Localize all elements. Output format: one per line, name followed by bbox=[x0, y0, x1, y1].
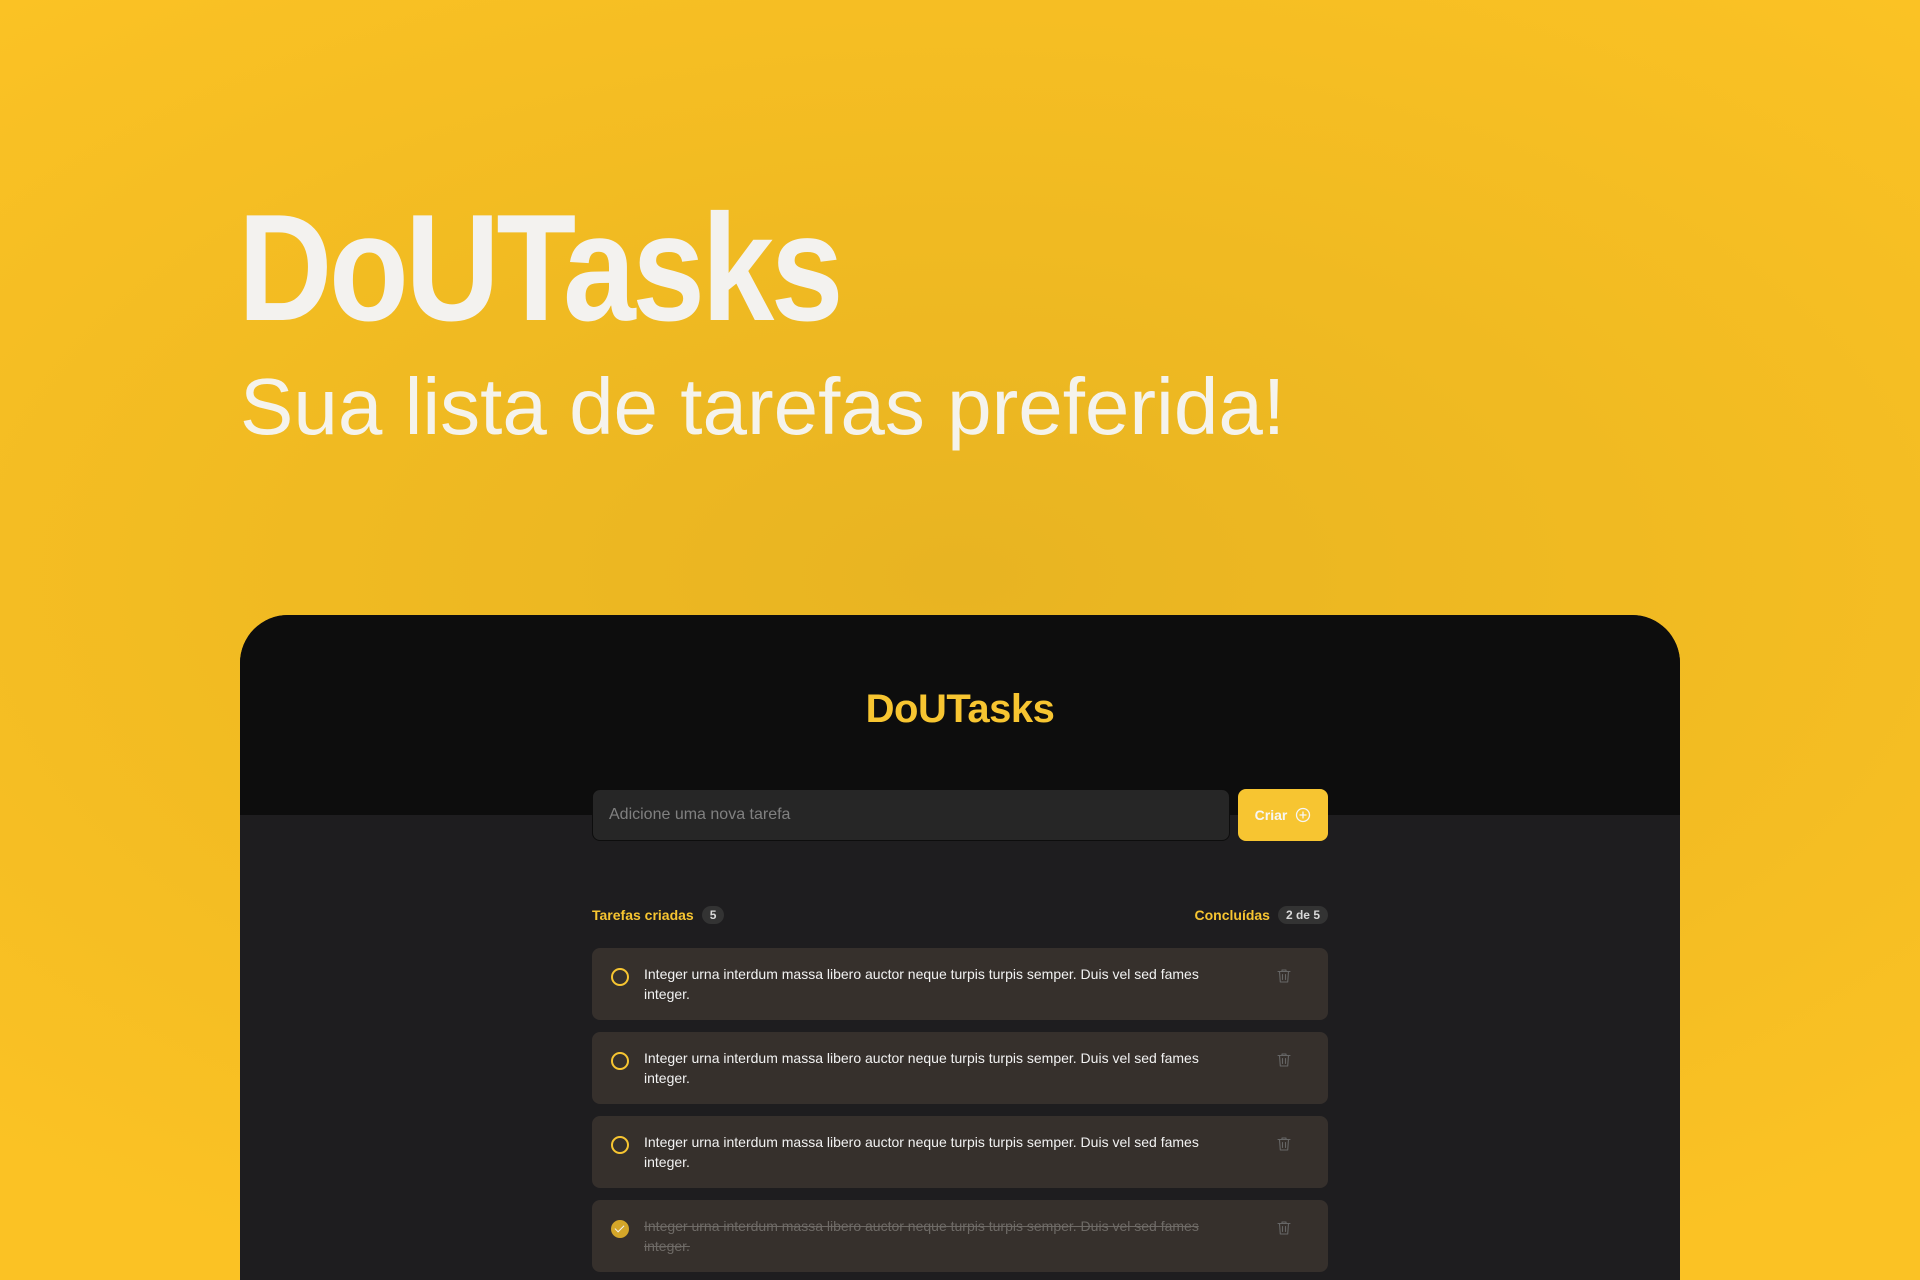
app-logo: DoUTasks bbox=[865, 687, 1055, 731]
task-checkbox[interactable] bbox=[611, 1052, 629, 1070]
trash-icon[interactable] bbox=[1274, 966, 1294, 986]
task-list: Integer urna interdum massa libero aucto… bbox=[592, 948, 1328, 1280]
trash-icon[interactable] bbox=[1274, 1134, 1294, 1154]
task-checkbox[interactable] bbox=[611, 1136, 629, 1154]
task-item: Integer urna interdum massa libero aucto… bbox=[592, 1200, 1328, 1272]
task-text: Integer urna interdum massa libero aucto… bbox=[644, 1134, 1199, 1170]
create-button-label: Criar bbox=[1254, 807, 1288, 823]
hero-title: DoUTasks bbox=[238, 183, 844, 353]
hero-subtitle: Sua lista de tarefas preferida! bbox=[240, 362, 1286, 451]
create-button[interactable]: Criar bbox=[1238, 789, 1328, 841]
trash-icon[interactable] bbox=[1274, 1218, 1294, 1238]
task-item: Integer urna interdum massa libero aucto… bbox=[592, 1032, 1328, 1104]
task-text: Integer urna interdum massa libero aucto… bbox=[644, 1050, 1199, 1086]
tasks-created-label: Tarefas criadas bbox=[592, 907, 694, 923]
task-text: Integer urna interdum massa libero aucto… bbox=[644, 966, 1199, 1002]
plus-circle-icon bbox=[1295, 807, 1311, 823]
new-task-input[interactable] bbox=[592, 789, 1230, 841]
tasks-done-counter: Concluídas 2 de 5 bbox=[1194, 906, 1328, 924]
task-item: Integer urna interdum massa libero aucto… bbox=[592, 948, 1328, 1020]
trash-icon[interactable] bbox=[1274, 1050, 1294, 1070]
tasks-done-badge: 2 de 5 bbox=[1277, 906, 1328, 924]
tasks-created-badge: 5 bbox=[701, 906, 725, 924]
task-checkbox[interactable] bbox=[611, 968, 629, 986]
tasks-done-label: Concluídas bbox=[1194, 907, 1270, 923]
task-text: Integer urna interdum massa libero aucto… bbox=[644, 1218, 1199, 1254]
tasks-created-counter: Tarefas criadas 5 bbox=[592, 906, 725, 924]
app-mockup: DoUTasks Criar Tarefas criadas 5 Concluí… bbox=[240, 615, 1680, 1280]
task-item: Integer urna interdum massa libero aucto… bbox=[592, 1116, 1328, 1188]
check-circle-icon[interactable] bbox=[611, 1220, 629, 1238]
